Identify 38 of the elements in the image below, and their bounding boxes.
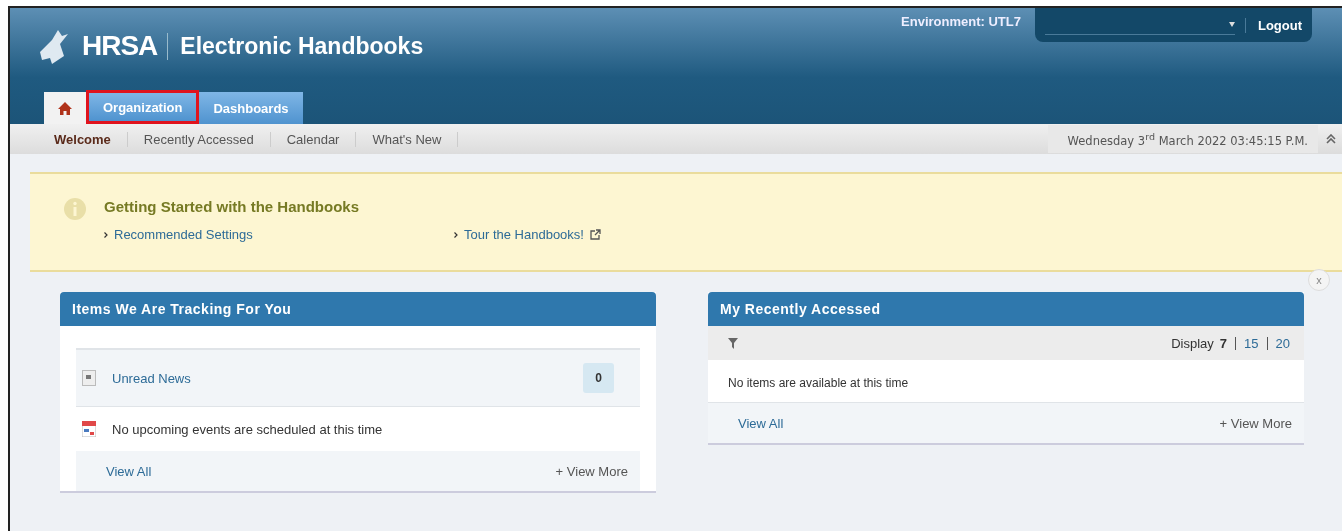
calendar-icon [82,421,96,437]
caret-icon [1228,21,1235,27]
sub-tab[interactable]: Recently Accessed [127,131,271,147]
view-all-link[interactable]: View All [106,463,152,479]
banner-link[interactable]: Recommended Settings [104,227,454,242]
unread-news-link[interactable]: Unread News [112,370,191,386]
view-more-link[interactable]: + View More [555,463,628,479]
logo-text: HRSA [82,30,158,62]
sub-tab[interactable]: Welcome [38,131,128,147]
external-link-icon [589,229,601,240]
environment-label: Environment: UTL7 [901,14,1021,29]
page-size-option[interactable]: 15 [1235,336,1259,350]
home-tab[interactable] [44,92,86,124]
chevron-icon [104,231,108,238]
panel-title: My Recently Accessed [708,292,1304,326]
sub-tab[interactable]: What's New [356,131,459,147]
banner-title: Getting Started with the Handbooks [104,198,360,215]
events-message: No upcoming events are scheduled at this time [112,421,383,437]
close-button[interactable]: x [1308,269,1330,291]
page-size-option[interactable]: 20 [1266,336,1290,350]
news-icon [82,370,96,386]
app-title: Electronic Handbooks [167,32,424,60]
filter-icon[interactable] [728,337,738,349]
logout-link[interactable]: Logout [1244,17,1302,33]
info-icon [64,198,86,220]
home-icon [58,101,72,115]
panel-title: Items We Are Tracking For You [60,292,656,326]
sub-tab[interactable]: Calendar [270,131,357,147]
empty-message: No items are available at this time [727,375,910,392]
view-more-link[interactable]: + View More [1219,415,1292,431]
chevron-icon [454,231,458,238]
date-time: Wednesday 3$^{rd}$ March 2022 03:45:15 P.M. [1047,124,1318,154]
page-size-option[interactable]: 7 [1219,336,1228,350]
banner-link[interactable]: Tour the Handbooks! [454,227,804,242]
count-badge: 0 [583,363,614,393]
collapse-icon[interactable] [1326,134,1336,144]
view-all-link[interactable]: View All [738,415,784,431]
display-label: Display [1171,335,1214,351]
